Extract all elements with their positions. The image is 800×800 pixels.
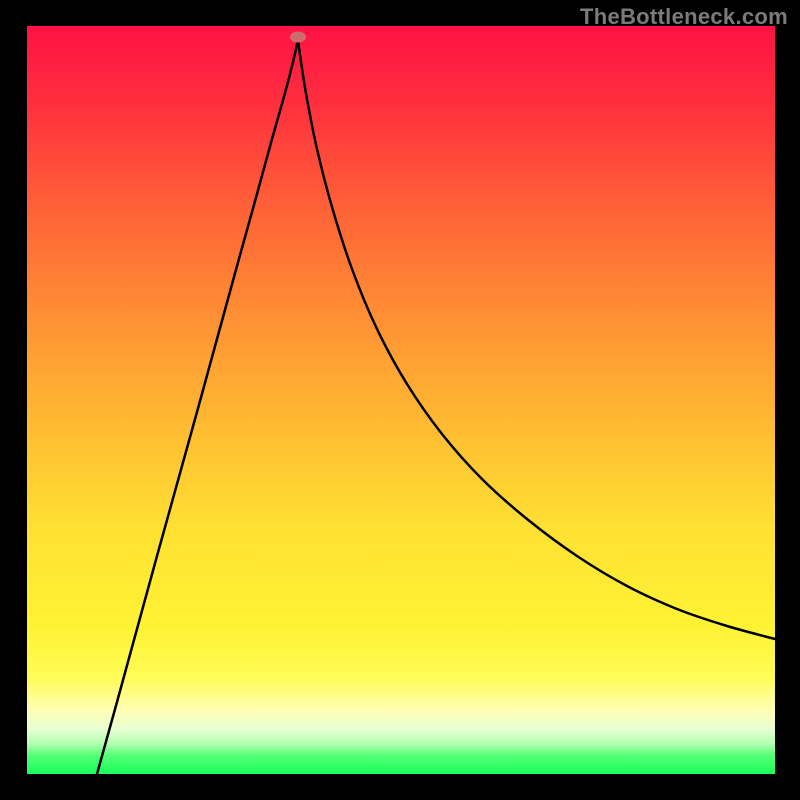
- watermark-text: TheBottleneck.com: [580, 4, 788, 30]
- plot-area: [27, 26, 775, 774]
- chart-frame: TheBottleneck.com: [0, 0, 800, 800]
- bottleneck-curve: [27, 26, 775, 774]
- optimal-point-marker: [290, 32, 306, 43]
- curve-path: [97, 39, 775, 774]
